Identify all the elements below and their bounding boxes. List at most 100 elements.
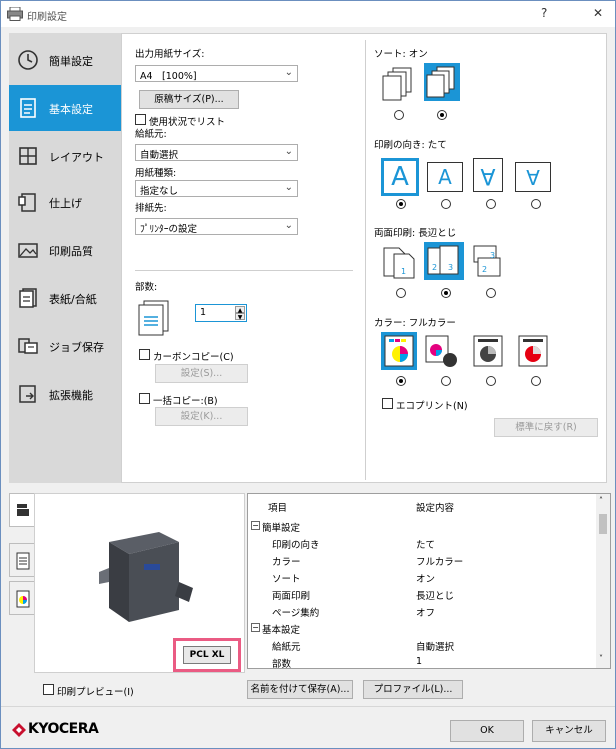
tree-group[interactable]: − 基本設定: [248, 620, 598, 636]
sort-on-radio[interactable]: [437, 110, 447, 120]
orientation-landscape-rotated-option[interactable]: A: [515, 162, 551, 192]
duplex-label: 両面印刷: 長辺とじ: [374, 228, 457, 239]
spin-up-icon[interactable]: ▲: [235, 306, 245, 314]
duplex-off-icon[interactable]: 1: [381, 244, 417, 280]
svg-text:2: 2: [482, 265, 487, 274]
color-full-option[interactable]: [381, 332, 417, 370]
nav-item-basic-settings[interactable]: 基本設定: [9, 85, 121, 131]
nav-item-easy-settings[interactable]: 簡単設定: [9, 37, 121, 83]
cancel-button[interactable]: キャンセル: [532, 720, 606, 742]
svg-text:3: 3: [448, 263, 453, 272]
cover-page-icon: [19, 288, 37, 308]
orientation-portrait-radio[interactable]: [396, 199, 406, 209]
monochrome-icon[interactable]: [470, 334, 506, 370]
paper-source-value: 自動選択: [140, 150, 179, 161]
reset-defaults-button[interactable]: 標準に戻す(R): [494, 418, 598, 437]
original-size-button[interactable]: 原稿サイズ(P)...: [139, 90, 239, 109]
brand-name: KYOCERA: [28, 721, 99, 737]
print-settings-window: 印刷設定 ? ✕ 簡単設定 基本設定 レイアウト 仕上げ 印刷品質 表紙/合紙: [0, 0, 616, 749]
carbon-settings-button[interactable]: 設定(S)...: [155, 364, 248, 383]
scrollbar-thumb[interactable]: [599, 514, 607, 534]
settings-summary-list[interactable]: 項目 設定内容 − 簡単設定 印刷の向き たて カラー フルカラー ソート オン…: [247, 493, 611, 669]
tree-row-item: 給紙元: [272, 642, 301, 653]
tab-device-preview[interactable]: [9, 493, 35, 527]
print-preview-checkbox[interactable]: [43, 684, 54, 695]
layout-grid-icon: [19, 147, 37, 165]
help-button[interactable]: ?: [541, 6, 547, 20]
tab-document-preview[interactable]: [9, 543, 35, 577]
image-quality-icon: [18, 243, 38, 258]
tree-row[interactable]: 給紙元 自動選択: [248, 637, 598, 653]
scroll-up-icon[interactable]: ˄: [599, 496, 603, 505]
paper-type-value: 指定なし: [140, 186, 179, 197]
collapse-icon[interactable]: −: [251, 521, 260, 530]
orientation-landscape-radio[interactable]: [441, 199, 451, 209]
nav-item-extensions[interactable]: 拡張機能: [9, 371, 121, 417]
batch-settings-button[interactable]: 設定(K)...: [155, 407, 248, 426]
save-as-button[interactable]: 名前を付けて保存(A)...: [247, 680, 353, 699]
nav-item-finishing[interactable]: 仕上げ: [9, 179, 121, 225]
tree-row[interactable]: 部数 1: [248, 654, 598, 668]
tab-color-preview[interactable]: [9, 581, 35, 615]
batch-copy-checkbox[interactable]: [139, 393, 150, 404]
spin-down-icon[interactable]: ▼: [235, 313, 245, 321]
output-value: ﾌﾟﾘﾝﾀｰの設定: [140, 224, 198, 235]
sort-off-icon[interactable]: [381, 66, 415, 102]
output-select[interactable]: ﾌﾟﾘﾝﾀｰの設定 ⌄: [135, 218, 298, 235]
ecoprint-label: エコプリント(N): [396, 401, 468, 412]
paper-size-select[interactable]: A4 [100%] ⌄: [135, 65, 298, 82]
footer-divider: [1, 706, 615, 707]
carbon-copy-checkbox[interactable]: [139, 349, 150, 360]
tree-row[interactable]: ページ集約 オフ: [248, 603, 598, 619]
ok-button[interactable]: OK: [450, 720, 524, 742]
tree-row[interactable]: ソート オン: [248, 569, 598, 585]
tree-scrollbar[interactable]: ˄ ˅: [596, 494, 610, 668]
sort-label: ソート: オン: [374, 49, 428, 60]
nav-item-cover-page[interactable]: 表紙/合紙: [9, 275, 121, 321]
profile-button[interactable]: プロファイル(L)...: [363, 680, 463, 699]
duplex-short-edge-radio[interactable]: [486, 288, 496, 298]
color-full-radio[interactable]: [396, 376, 406, 386]
usage-list-checkbox[interactable]: [135, 114, 146, 125]
nav-item-label: 拡張機能: [49, 389, 93, 402]
sort-off-radio[interactable]: [394, 110, 404, 120]
paper-size-value: A4 [100%]: [140, 71, 197, 82]
ecoprint-checkbox[interactable]: [382, 398, 393, 409]
duplex-long-edge-option[interactable]: 2 3: [424, 242, 464, 280]
color-two-radio[interactable]: [531, 376, 541, 386]
scroll-down-icon[interactable]: ˅: [599, 654, 603, 663]
orientation-landscape-rotated-radio[interactable]: [531, 199, 541, 209]
color-mono-radio[interactable]: [486, 376, 496, 386]
nav-item-layout[interactable]: レイアウト: [9, 133, 121, 179]
sort-on-icon: [426, 66, 455, 98]
paper-source-select[interactable]: 自動選択 ⌄: [135, 144, 298, 161]
orientation-landscape-option[interactable]: A: [427, 162, 463, 192]
orientation-portrait-rotated-radio[interactable]: [486, 199, 496, 209]
tree-row[interactable]: 印刷の向き たて: [248, 535, 598, 551]
duplex-off-radio[interactable]: [396, 288, 406, 298]
tree-row[interactable]: 両面印刷 長辺とじ: [248, 586, 598, 602]
tree-row-item: カラー: [272, 557, 301, 568]
duplex-long-edge-icon: 2 3: [427, 245, 459, 275]
two-color-icon[interactable]: [515, 334, 551, 370]
tree-group[interactable]: − 簡単設定: [248, 518, 598, 534]
paper-type-select[interactable]: 指定なし ⌄: [135, 180, 298, 197]
full-color-icon: [384, 335, 414, 367]
job-storage-icon: [18, 338, 38, 354]
tree-row[interactable]: カラー フルカラー: [248, 552, 598, 568]
collapse-icon[interactable]: −: [251, 623, 260, 632]
color-auto-radio[interactable]: [441, 376, 451, 386]
kyocera-mark-icon: [12, 723, 26, 737]
orientation-portrait-rotated-option[interactable]: A: [473, 158, 503, 192]
sort-on-option[interactable]: [424, 63, 460, 101]
color-icon: [16, 590, 30, 608]
nav-item-print-quality[interactable]: 印刷品質: [9, 227, 121, 273]
close-button[interactable]: ✕: [593, 6, 603, 20]
duplex-short-edge-icon[interactable]: 2 3: [470, 244, 506, 280]
svg-text:2: 2: [432, 263, 437, 272]
auto-color-icon[interactable]: [424, 334, 460, 370]
nav-item-job-storage[interactable]: ジョブ保存: [9, 323, 121, 369]
copies-spinner[interactable]: 1 ▲ ▼: [195, 304, 247, 322]
orientation-portrait-option[interactable]: A: [381, 158, 419, 196]
duplex-long-edge-radio[interactable]: [441, 288, 451, 298]
